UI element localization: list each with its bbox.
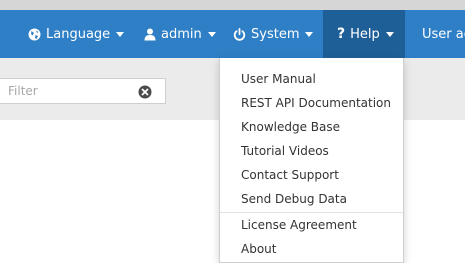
filter-box <box>0 78 166 104</box>
menu-item-rest-api-documentation[interactable]: REST API Documentation <box>220 91 403 115</box>
filter-input[interactable] <box>0 79 136 103</box>
nav-admin[interactable]: admin <box>144 10 216 58</box>
globe-icon <box>28 28 41 41</box>
chevron-down-icon <box>305 31 314 37</box>
nav-help-label: Help <box>350 26 380 42</box>
top-strip <box>0 0 465 10</box>
menu-item-knowledge-base[interactable]: Knowledge Base <box>220 115 403 139</box>
nav-system-label: System <box>251 26 300 42</box>
chevron-down-icon <box>116 31 125 37</box>
menu-item-contact-support[interactable]: Contact Support <box>220 163 403 187</box>
chevron-down-icon <box>385 31 394 37</box>
nav-help[interactable]: ? Help <box>323 10 405 58</box>
power-icon <box>233 27 246 41</box>
nav-admin-label: admin <box>161 26 202 42</box>
clear-icon[interactable] <box>138 84 152 99</box>
nav-language-label: Language <box>46 26 111 42</box>
nav-language[interactable]: Language <box>28 10 125 58</box>
question-icon: ? <box>337 26 346 42</box>
menu-item-send-debug-data[interactable]: Send Debug Data <box>220 187 403 211</box>
nav-user-activity-label: User act <box>422 26 465 42</box>
menu-item-user-manual[interactable]: User Manual <box>220 67 403 91</box>
menu-item-about[interactable]: About <box>220 237 403 261</box>
menu-item-license-agreement[interactable]: License Agreement <box>220 213 403 237</box>
help-dropdown-menu: User Manual REST API Documentation Knowl… <box>219 58 404 263</box>
nav-user-activity[interactable]: User act <box>422 10 465 58</box>
nav-system[interactable]: System <box>233 10 314 58</box>
user-icon <box>144 28 156 41</box>
menu-item-tutorial-videos[interactable]: Tutorial Videos <box>220 139 403 163</box>
chevron-down-icon <box>207 31 216 37</box>
top-navbar: Language admin System ? Help User act <box>0 10 465 58</box>
